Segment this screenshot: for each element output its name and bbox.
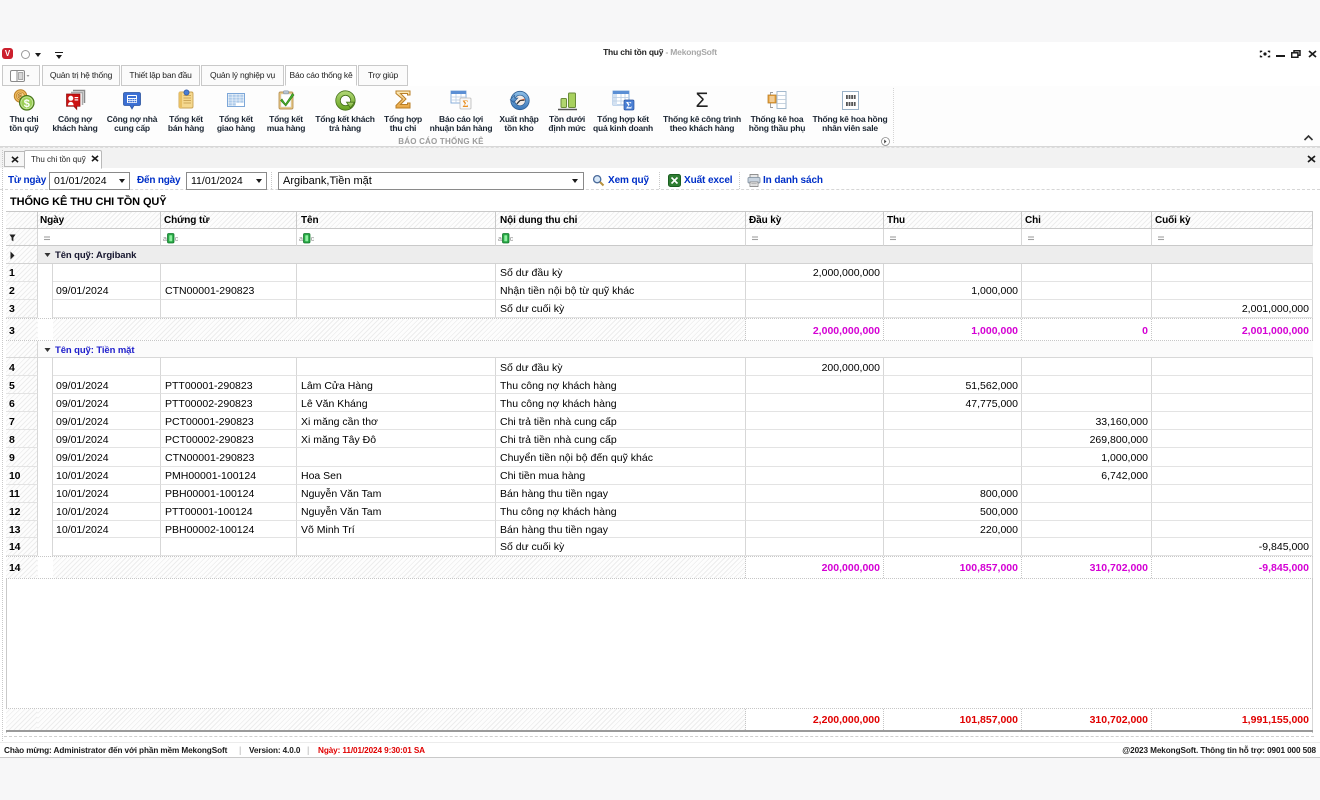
svg-text:a: a	[498, 236, 502, 243]
svg-text:c: c	[311, 236, 315, 243]
svg-text:$: $	[24, 98, 30, 110]
svg-text:c: c	[510, 236, 514, 243]
svg-text:a: a	[163, 236, 167, 243]
svg-text:Σ: Σ	[463, 99, 469, 109]
svg-text:Σ: Σ	[696, 89, 709, 112]
svg-text:a: a	[299, 236, 303, 243]
svg-text:Σ: Σ	[626, 100, 632, 110]
svg-text:c: c	[175, 236, 179, 243]
